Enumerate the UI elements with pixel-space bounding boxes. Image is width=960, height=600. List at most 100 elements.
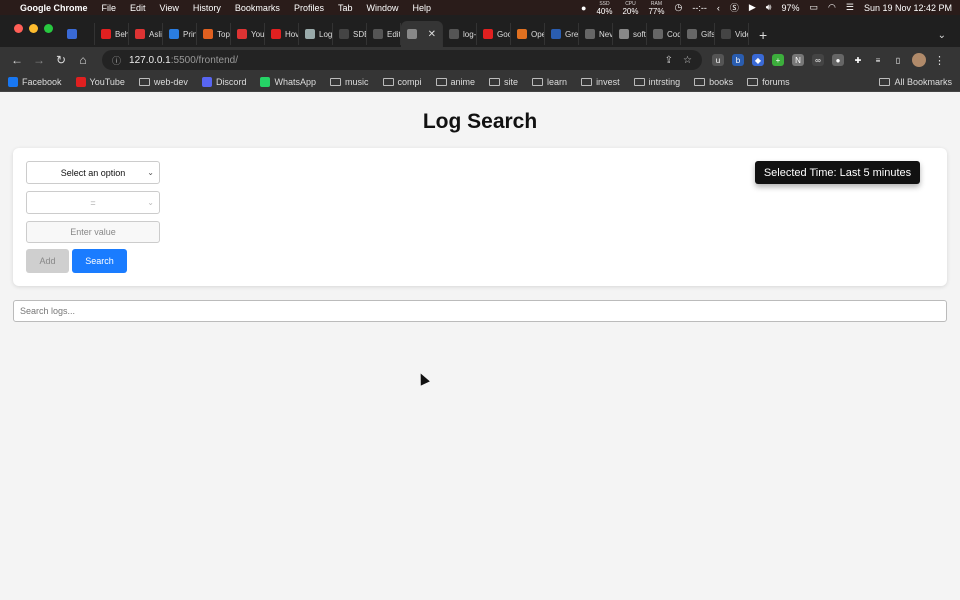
control-center-icon[interactable]: ☰ [846,2,854,13]
bookmark-favicon-icon [8,77,18,87]
bookmark-facebook[interactable]: Facebook [8,77,62,87]
browser-tab[interactable]: Vide [715,23,749,45]
reading-list-icon[interactable]: ≡ [872,54,884,66]
chevron-left-icon[interactable]: ‹ [717,3,720,13]
datetime[interactable]: Sun 19 Nov 12:42 PM [864,3,952,13]
all-bookmarks[interactable]: All Bookmarks [879,77,952,87]
bookmark-books[interactable]: books [694,77,733,87]
timer-icon[interactable]: ◷ [675,2,683,13]
extension-glasses-icon[interactable]: ∞ [812,54,824,66]
bookmark-web-dev[interactable]: web-dev [138,77,188,87]
share-icon[interactable]: ⇪ [665,55,673,66]
folder-icon [532,78,544,86]
browser-tab[interactable]: Goo [477,23,511,45]
search-button[interactable]: Search [72,249,127,273]
menu-bookmarks[interactable]: Bookmarks [235,3,280,13]
tab-label: SDE [353,29,366,39]
extension-notion-icon[interactable]: N [792,54,804,66]
value-input[interactable]: Enter value [26,221,160,243]
add-button[interactable]: Add [26,249,69,273]
browser-tab[interactable]: log- [443,23,477,45]
bookmark-forums[interactable]: forums [747,77,790,87]
browser-tab[interactable]: Asli [129,23,163,45]
browser-tab[interactable]: Top [197,23,231,45]
operator-select[interactable]: = ⌄ [26,191,160,214]
browser-tab[interactable]: soft [613,23,647,45]
bookmark-discord[interactable]: Discord [201,77,246,87]
tab-search-button[interactable]: ⌄ [938,30,946,41]
log-search-input[interactable]: Search logs... [13,300,947,322]
extension-ublock-icon[interactable]: u [712,54,724,66]
browser-tab[interactable]: Log [299,23,333,45]
home-button[interactable]: ⌂ [72,49,94,71]
reload-button[interactable]: ↻ [50,49,72,71]
zoom-window-button[interactable] [44,23,53,33]
menu-window[interactable]: Window [366,3,398,13]
extensions-puzzle-icon[interactable]: ✚ [852,54,864,66]
bookmark-invest[interactable]: invest [581,77,620,87]
tab-label: soft [633,29,646,39]
close-tab-icon[interactable]: ✕ [428,29,436,40]
volume-icon[interactable]: 🔊︎ [766,2,772,13]
bookmark-star-icon[interactable]: ☆ [683,55,692,66]
chrome-menu-icon[interactable]: ⋮ [934,54,945,67]
browser-tab[interactable]: Nev [579,23,613,45]
bookmark-music[interactable]: music [329,77,369,87]
tab-label: You [251,29,265,39]
browser-tab[interactable]: Hov [265,23,299,45]
extension-plus-icon[interactable]: + [772,54,784,66]
tab-favicon-icon [271,29,281,39]
bookmark-whatsapp[interactable]: WhatsApp [260,77,316,87]
bookmark-site[interactable]: site [489,77,518,87]
browser-tab[interactable]: Gifs [681,23,715,45]
browser-tab[interactable]: Prin [163,23,197,45]
browser-tab[interactable]: Ope [511,23,545,45]
battery-icon[interactable]: ▭ [809,2,818,13]
menu-help[interactable]: Help [412,3,431,13]
bookmark-youtube[interactable]: YouTube [75,77,125,87]
bookmark-learn[interactable]: learn [532,77,567,87]
menu-tab[interactable]: Tab [338,3,353,13]
address-bar[interactable]: ⓘ 127.0.0.1:5500/frontend/ ⇪ ☆ [102,50,702,70]
browser-tab[interactable]: Gre [545,23,579,45]
extension-bitwarden-icon[interactable]: b [732,54,744,66]
wifi-icon[interactable]: ◠ [828,2,836,13]
menu-history[interactable]: History [193,3,221,13]
site-info-icon[interactable]: ⓘ [112,54,121,67]
bookmark-anime[interactable]: anime [435,77,475,87]
field-select-value: Select an option [60,167,126,178]
side-panel-icon[interactable]: ▯ [892,54,904,66]
extension-leaf-icon[interactable]: ● [832,54,844,66]
back-button[interactable]: ← [6,49,28,71]
tab-favicon-icon [67,29,77,39]
bookmark-intrsting[interactable]: intrsting [633,77,680,87]
page-content: Log Search Select an option ⌄ = ⌄ Enter … [0,93,960,600]
menu-profiles[interactable]: Profiles [294,3,324,13]
field-select[interactable]: Select an option ⌄ [26,161,160,184]
browser-tab[interactable]: Cod [647,23,681,45]
app-name[interactable]: Google Chrome [20,3,88,13]
browser-tab[interactable] [61,23,95,45]
shazam-icon[interactable]: Ⓢ [730,1,739,14]
tab-favicon-icon [101,29,111,39]
value-input-placeholder: Enter value [70,227,116,237]
new-tab-button[interactable]: + [759,27,767,43]
menu-view[interactable]: View [160,3,179,13]
menu-file[interactable]: File [102,3,117,13]
play-icon[interactable]: ▶ [749,2,756,13]
extension-gem-icon[interactable]: ◆ [752,54,764,66]
folder-icon [694,78,706,86]
browser-tab[interactable]: You [231,23,265,45]
forward-button[interactable]: → [28,49,50,71]
browser-tab[interactable]: ✕ [401,21,443,47]
record-icon[interactable]: ● [581,3,586,13]
bookmark-compi[interactable]: compi [382,77,422,87]
profile-avatar[interactable] [912,53,926,67]
selected-time-badge[interactable]: Selected Time: Last 5 minutes [755,161,920,184]
menu-edit[interactable]: Edit [130,3,146,13]
minimize-window-button[interactable] [29,23,38,33]
close-window-button[interactable] [14,23,23,33]
browser-tab[interactable]: SDE [333,23,367,45]
browser-tab[interactable]: Edit [367,23,401,45]
browser-tab[interactable]: Beh [95,23,129,45]
